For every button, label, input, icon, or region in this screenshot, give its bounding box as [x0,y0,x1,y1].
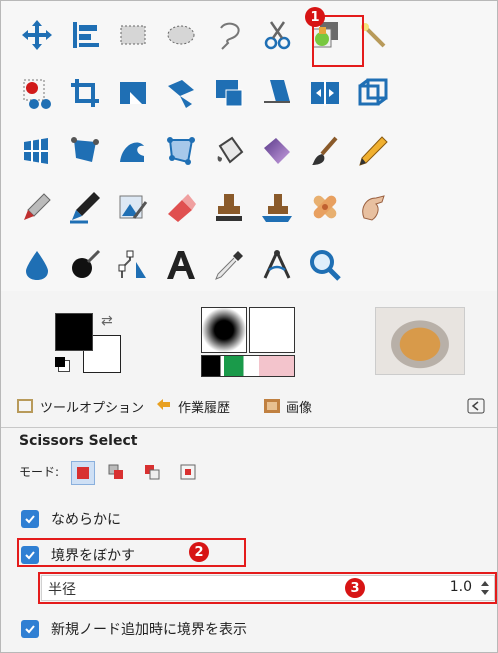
color-picker-tool-icon[interactable] [209,245,249,285]
crop-tool-icon[interactable] [65,73,105,113]
blur-tool-icon[interactable] [17,245,57,285]
eraser-tool-icon[interactable] [161,187,201,227]
rect-select-tool-icon[interactable] [113,15,153,55]
undo-history-icon [157,399,170,410]
pattern-preview[interactable] [249,307,295,353]
perspective-tool-icon[interactable] [353,73,393,113]
callout-3-badge: 3 [345,578,365,598]
mode-replace-icon [77,467,89,479]
images-icon [264,399,280,413]
shear-tool-icon[interactable] [257,73,297,113]
dodge-burn-tool-icon[interactable] [65,245,105,285]
measure-tool-icon[interactable] [257,245,297,285]
dock-tabs: ツールオプション 作業履歴 画像 [1,383,497,428]
gimp-toolbox-panel: ⇄ 1 ツールオプション 作業履歴 画像 Scissors Select モード… [0,0,498,653]
wave-tool-icon[interactable] [113,131,153,171]
tab-images[interactable]: 画像 [263,393,312,419]
callout-2-badge: 2 [189,542,209,562]
tab-images-label: 画像 [286,400,313,416]
mode-intersect-icon [180,464,196,480]
antialiasing-checkbox-row[interactable]: なめらかに [21,509,121,529]
mode-add-icon [108,464,123,479]
paths-tool-icon[interactable] [113,245,153,285]
warp-tool-icon[interactable] [65,131,105,171]
callout-2-box [17,538,246,567]
image-thumbnail[interactable] [375,307,465,375]
ellipse-select-tool-icon[interactable] [161,15,201,55]
grid-transform-tool-icon[interactable] [17,131,57,171]
antialiasing-label: なめらかに [51,512,121,528]
foreground-select-tool-icon[interactable] [17,73,57,113]
scissors-select-tool-icon[interactable] [257,15,297,55]
show-on-add-checkbox-row[interactable]: 新規ノード追加時に境界を表示 [21,619,247,639]
cage-tool-icon[interactable] [161,131,201,171]
tool-options-title: Scissors Select [19,433,138,449]
tab-undo-history-label: 作業履歴 [178,400,231,416]
show-on-add-checkbox[interactable] [21,620,39,638]
mode-replace-button[interactable] [71,461,95,485]
clone-tool-icon[interactable] [209,187,249,227]
gradient-tool-icon[interactable] [257,131,297,171]
ink-tool-icon[interactable] [65,187,105,227]
heal-tool-icon[interactable] [305,187,345,227]
tab-tool-options-label: ツールオプション [40,400,145,416]
reset-colors-icon[interactable] [55,357,65,367]
unified-transform-tool-icon[interactable] [113,73,153,113]
pencil-tool-icon[interactable] [353,131,393,171]
check-icon [25,515,35,524]
flip-tool-icon[interactable] [305,73,345,113]
mode-label: モード: [19,465,60,479]
mode-intersect-button[interactable] [177,461,199,483]
brush-preview[interactable] [201,307,247,353]
mode-subtract-icon [145,465,160,480]
callout-3-box [38,572,497,604]
text-tool-icon[interactable] [161,245,201,285]
align-tool-icon[interactable] [65,15,105,55]
bucket-fill-tool-icon[interactable] [209,131,249,171]
antialiasing-checkbox[interactable] [21,510,39,528]
perspective-clone-tool-icon[interactable] [257,187,297,227]
gradient-preview[interactable] [201,355,295,377]
free-select-tool-icon[interactable] [209,15,249,55]
callout-1-badge: 1 [305,7,325,27]
dock-menu-button[interactable] [467,393,485,419]
dock-menu-icon [467,398,485,414]
mode-add-button[interactable] [105,461,127,483]
zoom-tool-icon[interactable] [305,245,345,285]
tab-undo-history[interactable]: 作業履歴 [155,393,230,419]
fg-bg-color-swatch[interactable]: ⇄ [55,313,125,373]
tab-tool-options[interactable]: ツールオプション [17,393,144,419]
rotate-tool-icon[interactable] [161,73,201,113]
paintbrush-tool-icon[interactable] [305,131,345,171]
airbrush-tool-icon[interactable] [17,187,57,227]
tool-grid: ⇄ [1,1,497,377]
scale-tool-icon[interactable] [209,73,249,113]
smudge-tool-icon[interactable] [353,187,393,227]
check-icon [25,625,35,634]
mode-subtract-button[interactable] [141,461,163,483]
tool-options-icon [17,399,33,413]
move-tool-icon[interactable] [17,15,57,55]
swap-colors-icon[interactable]: ⇄ [101,313,113,329]
mypaint-brush-tool-icon[interactable] [113,187,153,227]
show-on-add-label: 新規ノード追加時に境界を表示 [51,622,247,638]
